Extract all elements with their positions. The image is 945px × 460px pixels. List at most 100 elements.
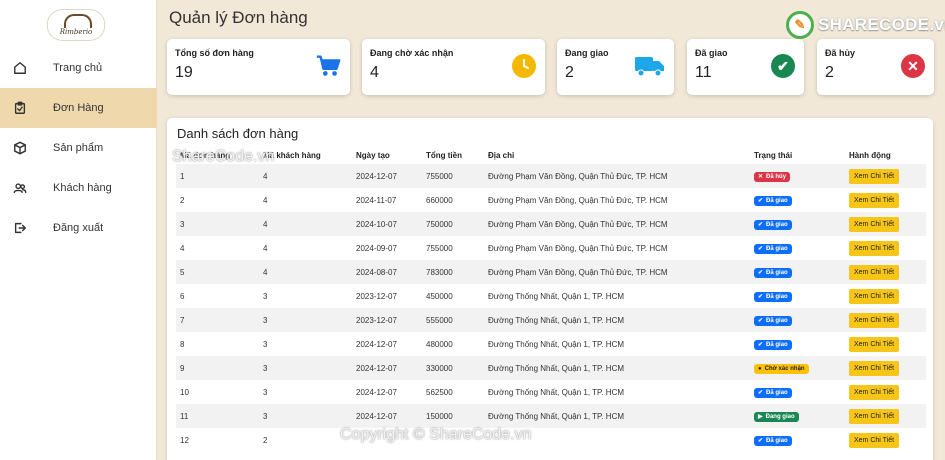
sidebar-item-label: Đơn Hàng <box>53 102 104 114</box>
view-detail-button[interactable]: Xem Chi Tiết <box>849 240 900 256</box>
customer-id-cell: 3 <box>259 404 352 428</box>
customer-id-cell: 4 <box>259 260 352 284</box>
action-cell: Xem Chi Tiết <box>845 404 926 428</box>
cart-icon <box>316 53 342 79</box>
status-cell: ▶ Đang giao <box>750 404 845 428</box>
customer-id-cell: 3 <box>263 387 268 397</box>
address-cell: Đường Thống Nhất, Quận 1, TP. HCM <box>488 387 625 397</box>
status-icon: ✔ <box>758 197 764 204</box>
view-detail-button[interactable]: Xem Chi Tiết <box>849 264 900 280</box>
view-detail-button[interactable]: Xem Chi Tiết <box>849 432 900 448</box>
address-cell: Đường Thống Nhất, Quận 1, TP. HCM <box>484 404 750 428</box>
sidebar-item-customers[interactable]: Khách hàng <box>0 168 157 208</box>
customer-id-cell: 3 <box>259 308 352 332</box>
status-cell: ✔ Đã giao <box>750 380 845 404</box>
action-cell: Xem Chi Tiết <box>845 356 926 380</box>
order-id-cell: 10 <box>180 387 189 397</box>
customer-id-cell: 3 <box>263 291 268 301</box>
stat-value: 11 <box>695 64 712 81</box>
order-id-cell: 8 <box>180 339 185 349</box>
status-cell: ✕ Đã hủy <box>750 164 845 188</box>
view-detail-button[interactable]: Xem Chi Tiết <box>849 192 900 208</box>
check-circle-icon: ✔ <box>770 53 796 79</box>
brand-logo[interactable]: Rimberio <box>47 9 105 41</box>
order-id-cell: 2 <box>180 195 185 205</box>
customer-id-cell: 3 <box>259 356 352 380</box>
home-icon <box>12 60 28 76</box>
status-icon: ✔ <box>758 221 764 228</box>
view-detail-button[interactable]: Xem Chi Tiết <box>849 312 900 328</box>
truck-icon <box>634 53 666 79</box>
view-detail-button[interactable]: Xem Chi Tiết <box>849 168 900 184</box>
orders-panel: Danh sách đơn hàng Mã đơn hàng Mã khách … <box>167 118 933 460</box>
sidebar-item-products[interactable]: Sản phẩm <box>0 128 157 168</box>
total-cell: 150000 <box>422 404 484 428</box>
view-detail-button[interactable]: Xem Chi Tiết <box>849 408 900 424</box>
customer-id-cell: 2 <box>263 435 268 445</box>
address-cell: Đường Phạm Văn Đồng, Quận Thủ Đức, TP. H… <box>484 212 750 236</box>
view-detail-button[interactable]: Xem Chi Tiết <box>849 360 900 376</box>
sidebar-item-orders[interactable]: Đơn Hàng <box>0 88 157 128</box>
sharecode-name: SHARECODE.vn <box>818 15 945 35</box>
action-cell: Xem Chi Tiết <box>845 428 926 452</box>
table-row: 4 4 2024-09-07 755000 Đường Phạm Văn Đồng, Q… <box>176 236 926 260</box>
status-badge: ✔ Đã giao <box>754 435 792 446</box>
address-cell: Đường Phạm Văn Đồng, Quận Thủ Đức, TP. H… <box>484 260 750 284</box>
status-cell: ✔ Đã giao <box>750 332 845 356</box>
clock-icon <box>511 53 537 79</box>
view-detail-button[interactable]: Xem Chi Tiết <box>849 216 900 232</box>
created-date-cell: 2024-11-07 <box>356 195 397 205</box>
status-icon: ✕ <box>758 173 764 180</box>
total-cell: 562500 <box>426 387 453 397</box>
sidebar-item-label: Khách hàng <box>53 182 112 194</box>
order-id-cell: 9 <box>176 356 259 380</box>
action-cell: Xem Chi Tiết <box>845 380 926 404</box>
stat-label: Đã giao <box>695 48 728 58</box>
order-id-cell: 11 <box>176 404 259 428</box>
logo-text: Rimberio <box>59 28 93 36</box>
view-detail-button[interactable]: Xem Chi Tiết <box>849 288 900 304</box>
address-cell: Đường Thống Nhất, Quận 1, TP. HCM <box>488 339 625 349</box>
sidebar-item-home[interactable]: Trang chủ <box>0 48 157 88</box>
x-circle-icon: ✕ <box>900 53 926 79</box>
status-text: Đã hủy <box>766 173 787 180</box>
status-icon: ✔ <box>758 437 764 444</box>
orders-table: Mã đơn hàng Mã khách hàng Ngày tạo Tổng … <box>176 146 926 452</box>
stat-card-cancelled: Đã hủy 2 ✕ <box>817 39 934 95</box>
status-badge: ✕ Đã hủy <box>754 171 791 182</box>
status-text: Đã giao <box>766 389 788 396</box>
table-row: 3 4 2024-10-07 750000 Đường Phạm Văn Đồng, Q… <box>176 212 926 236</box>
sharecode-name-text: SHARECODE <box>818 15 930 34</box>
status-badge: ▶ Đang giao <box>754 411 799 422</box>
action-cell: Xem Chi Tiết <box>845 212 926 236</box>
created-date-cell: 2024-09-07 <box>356 243 397 253</box>
col-action: Hành động <box>849 150 891 160</box>
status-icon: ● <box>758 365 762 372</box>
status-icon: ✔ <box>758 245 764 252</box>
action-cell: Xem Chi Tiết <box>845 308 926 332</box>
created-date-cell: 2024-12-07 <box>352 164 422 188</box>
order-id-cell: 5 <box>176 260 259 284</box>
stat-value: 19 <box>175 64 193 81</box>
action-cell: Xem Chi Tiết <box>845 164 926 188</box>
view-detail-button[interactable]: Xem Chi Tiết <box>849 384 900 400</box>
sidebar-item-logout[interactable]: Đăng xuất <box>0 208 157 248</box>
table-row: 5 4 2024-08-07 783000 Đường Phạm Văn Đồng, Q… <box>176 260 926 284</box>
sharecode-tld: .vn <box>929 15 945 34</box>
status-icon: ✔ <box>758 293 764 300</box>
customer-id-cell: 3 <box>263 339 268 349</box>
total-cell: 480000 <box>426 339 453 349</box>
stat-label: Đang chờ xác nhận <box>370 48 454 58</box>
col-status: Trạng thái <box>754 150 793 160</box>
table-row: 6 3 2023-12-07 450000 Đường Thống Nhất, Quận… <box>176 284 926 308</box>
status-cell: ✔ Đã giao <box>750 284 845 308</box>
status-badge: ✔ Đã giao <box>754 387 792 398</box>
address-cell: Đường Phạm Văn Đồng, Quận Thủ Đức, TP. H… <box>484 164 750 188</box>
logout-icon <box>12 220 28 236</box>
action-cell: Xem Chi Tiết <box>845 332 926 356</box>
view-detail-button[interactable]: Xem Chi Tiết <box>849 336 900 352</box>
total-cell: 755000 <box>422 164 484 188</box>
sidebar-item-label: Trang chủ <box>53 62 103 74</box>
page-title: Quản lý Đơn hàng <box>169 8 308 27</box>
table-row: 2 4 2024-11-07 660000 Đường Phạm Văn Đồng, Q… <box>176 188 926 212</box>
